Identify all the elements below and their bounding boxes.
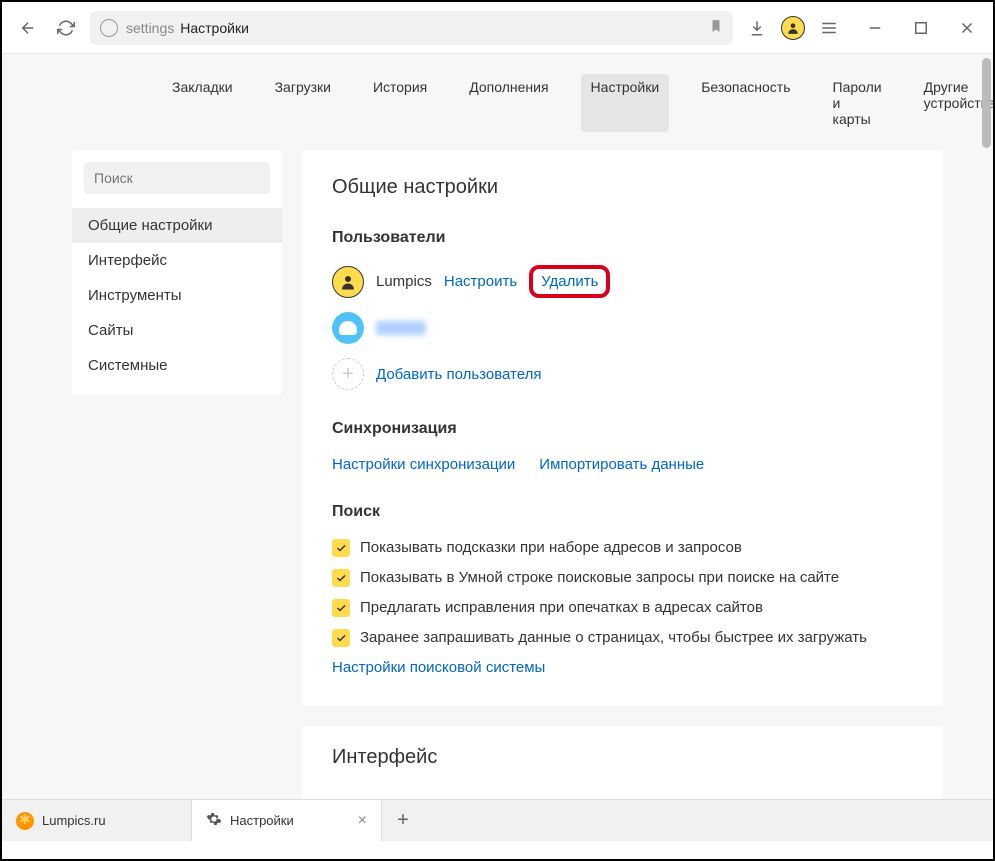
sidebar-sites[interactable]: Сайты	[72, 313, 282, 348]
site-icon	[100, 19, 118, 37]
sidebar-tools[interactable]: Инструменты	[72, 278, 282, 313]
menu-button[interactable]	[815, 14, 843, 42]
checkbox-row[interactable]: Предлагать исправления при опечатках в а…	[332, 599, 913, 617]
tab-favicon	[16, 812, 34, 830]
plus-icon: +	[332, 358, 364, 390]
tab-title: Настройки	[230, 813, 294, 828]
user-row: Lumpics Настроить Удалить	[332, 265, 913, 298]
scrollbar[interactable]	[982, 58, 991, 148]
checkbox-icon[interactable]	[332, 629, 350, 647]
checkbox-label: Заранее запрашивать данные о страницах, …	[360, 629, 867, 646]
minimize-button[interactable]	[861, 14, 889, 42]
sidebar-general[interactable]: Общие настройки	[72, 208, 282, 243]
close-button[interactable]	[953, 14, 981, 42]
main-panel: Общие настройки Пользователи Lumpics Нас…	[302, 150, 943, 706]
content-area: Закладки Загрузки История Дополнения Нас…	[2, 54, 993, 799]
delete-highlight: Удалить	[529, 265, 610, 298]
nav-downloads[interactable]: Загрузки	[265, 74, 341, 132]
back-button[interactable]	[14, 14, 42, 42]
sidebar: Общие настройки Интерфейс Инструменты Са…	[72, 150, 282, 395]
import-data-link[interactable]: Импортировать данные	[539, 456, 704, 473]
address-bar[interactable]: settings Настройки	[90, 11, 733, 45]
configure-link[interactable]: Настроить	[444, 273, 517, 290]
maximize-button[interactable]	[907, 14, 935, 42]
checkbox-icon[interactable]	[332, 569, 350, 587]
address-prefix: settings	[126, 20, 174, 36]
checkbox-row[interactable]: Показывать в Умной строке поисковые запр…	[332, 569, 913, 587]
nav-security[interactable]: Безопасность	[691, 74, 800, 132]
address-title: Настройки	[180, 20, 249, 36]
checkbox-icon[interactable]	[332, 539, 350, 557]
sidebar-interface[interactable]: Интерфейс	[72, 243, 282, 278]
add-user-link[interactable]: Добавить пользователя	[376, 366, 541, 383]
user-name: Lumpics	[376, 273, 432, 290]
user-avatar-icon	[332, 312, 364, 344]
checkbox-label: Показывать подсказки при наборе адресов …	[360, 539, 742, 556]
delete-link[interactable]: Удалить	[541, 273, 598, 290]
nav-settings[interactable]: Настройки	[581, 74, 670, 132]
sidebar-system[interactable]: Системные	[72, 348, 282, 383]
sync-settings-link[interactable]: Настройки синхронизации	[332, 456, 515, 473]
checkbox-row[interactable]: Показывать подсказки при наборе адресов …	[332, 539, 913, 557]
tab-title: Lumpics.ru	[42, 813, 106, 828]
reload-button[interactable]	[52, 14, 80, 42]
downloads-button[interactable]	[743, 14, 771, 42]
new-tab-button[interactable]: +	[382, 800, 424, 841]
tabs-bar: Lumpics.ru Настройки × +	[2, 799, 993, 841]
add-user-row[interactable]: + Добавить пользователя	[332, 358, 913, 390]
search-heading: Поиск	[332, 503, 913, 521]
browser-toolbar: settings Настройки	[2, 2, 993, 54]
nav-history[interactable]: История	[363, 74, 437, 132]
interface-section: Интерфейс	[302, 726, 943, 799]
page-title: Общие настройки	[332, 176, 913, 199]
browser-tab[interactable]: Lumpics.ru	[2, 800, 192, 841]
checkbox-icon[interactable]	[332, 599, 350, 617]
sync-heading: Синхронизация	[332, 420, 913, 438]
browser-tab[interactable]: Настройки ×	[192, 800, 382, 841]
user-row	[332, 312, 913, 344]
bookmark-icon[interactable]	[709, 17, 723, 38]
nav-bookmarks[interactable]: Закладки	[162, 74, 243, 132]
nav-passwords[interactable]: Пароли и карты	[823, 74, 892, 132]
users-heading: Пользователи	[332, 229, 913, 247]
interface-heading: Интерфейс	[332, 746, 913, 769]
gear-icon	[206, 811, 222, 830]
settings-nav: Закладки Загрузки История Дополнения Нас…	[2, 54, 993, 150]
checkbox-label: Предлагать исправления при опечатках в а…	[360, 599, 763, 616]
tab-close-icon[interactable]: ×	[358, 812, 367, 830]
user-avatar-icon	[332, 266, 364, 298]
checkbox-label: Показывать в Умной строке поисковые запр…	[360, 569, 839, 586]
checkbox-row[interactable]: Заранее запрашивать данные о страницах, …	[332, 629, 913, 647]
nav-addons[interactable]: Дополнения	[459, 74, 558, 132]
profile-button[interactable]	[781, 16, 805, 40]
search-input[interactable]	[84, 162, 270, 194]
user-name-blurred	[376, 321, 426, 335]
search-engine-link[interactable]: Настройки поисковой системы	[332, 659, 545, 676]
